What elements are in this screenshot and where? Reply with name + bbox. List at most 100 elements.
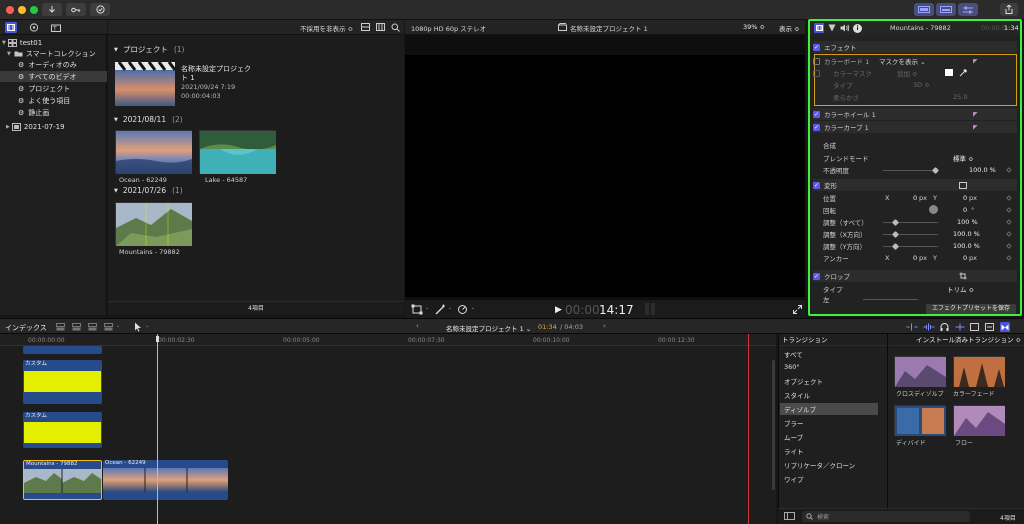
crop-checkbox[interactable]: ✓	[813, 272, 820, 280]
transform-onscreen-icon[interactable]	[959, 181, 967, 189]
keyframe-icon[interactable]	[1006, 167, 1012, 173]
color-curve-checkbox[interactable]: ✓	[813, 123, 820, 131]
playhead-handle[interactable]	[156, 336, 159, 342]
clip-thumbnail-lake[interactable]	[199, 130, 276, 174]
keywords-button[interactable]	[66, 3, 86, 16]
opacity-value[interactable]: 100.0 %	[969, 166, 996, 174]
timeline-clip-mountains[interactable]: Mountains - 79882	[23, 460, 102, 500]
disclosure-down-icon[interactable]: ▼	[7, 51, 11, 57]
transition-divide[interactable]	[894, 405, 946, 436]
color-inspector-icon[interactable]	[828, 24, 836, 32]
chevron-down-icon[interactable]: ⌄	[471, 305, 475, 311]
film-view-icon[interactable]	[376, 23, 385, 31]
timeline-title-clip-1[interactable]: カスタム	[23, 360, 102, 404]
keyframe-icon[interactable]	[1006, 207, 1012, 213]
category-all[interactable]: すべて	[780, 348, 878, 360]
zoom-dropdown[interactable]: 39% ≎	[743, 23, 765, 31]
info-inspector-icon[interactable]: i	[853, 23, 862, 33]
select-tool-arrow-icon[interactable]	[134, 322, 142, 332]
add-dropdown[interactable]: 追加 ≎	[897, 68, 918, 78]
timeline-project-dropdown[interactable]: 名称未設定プロジェクト 1 ⌄	[446, 323, 531, 333]
crop-onscreen-icon[interactable]	[959, 272, 967, 280]
transitions-browser-icon[interactable]	[1000, 322, 1010, 332]
disclosure-down-icon[interactable]: ▼	[114, 117, 118, 123]
titles-generators-icon[interactable]: T	[50, 22, 62, 33]
speed-gauge-icon[interactable]	[457, 304, 468, 315]
layout-timeline-toggle[interactable]	[936, 3, 956, 16]
collection-stills[interactable]: ⚙ 静止画	[0, 107, 107, 118]
keyframe-icon[interactable]	[1006, 195, 1012, 201]
category-stylized[interactable]: スタイル	[780, 389, 878, 401]
chevron-down-icon[interactable]: ⌄	[145, 323, 149, 329]
video-frame[interactable]	[405, 55, 805, 297]
insert-clip-icon[interactable]	[72, 323, 81, 331]
scale-y-knob[interactable]	[891, 242, 900, 251]
collection-all-video[interactable]: ⚙ すべてのビデオ	[0, 71, 107, 82]
keyframe-icon[interactable]	[1006, 255, 1012, 261]
position-x-value[interactable]: 0	[913, 194, 917, 202]
photos-audio-icon[interactable]	[28, 22, 40, 33]
color-wheel-checkbox[interactable]: ✓	[813, 110, 820, 118]
timeline-clip-ocean[interactable]: Ocean - 62249	[103, 460, 228, 500]
fullscreen-icon[interactable]	[793, 305, 802, 314]
rotation-dial[interactable]	[929, 205, 938, 214]
opacity-slider-knob[interactable]	[931, 166, 940, 175]
scale-all-knob[interactable]	[891, 218, 900, 227]
import-button[interactable]	[42, 3, 62, 16]
category-wipes[interactable]: ワイプ	[780, 473, 878, 485]
background-tasks-button[interactable]	[90, 3, 110, 16]
category-objects[interactable]: オブジェクト	[780, 375, 878, 387]
crop-left-slider[interactable]	[863, 299, 918, 300]
transform-checkbox[interactable]: ✓	[813, 181, 820, 189]
collection-projects[interactable]: ⚙ プロジェクト	[0, 83, 107, 94]
disclosure-down-icon[interactable]: ▼	[114, 47, 118, 53]
transform-tool-icon[interactable]	[411, 304, 423, 315]
magic-wand-icon[interactable]	[435, 304, 446, 315]
chevron-down-icon[interactable]: ⌄	[448, 305, 452, 311]
play-button[interactable]: ▶	[555, 305, 562, 315]
close-window-button[interactable]	[6, 6, 14, 14]
timeline-title-clip-2[interactable]: カスタム	[23, 412, 102, 448]
color-curve-row[interactable]: ✓ カラーカーブ 1 ◤	[813, 121, 1017, 133]
chevron-down-icon[interactable]: ⌄	[116, 323, 120, 329]
project-thumbnail[interactable]	[115, 61, 177, 106]
section-2021-07-26[interactable]: ▼ 2021/07/26 (1)	[114, 186, 183, 195]
color-board-row[interactable]: カラーボード 1 マスクを表示 ⌄ ◤	[813, 55, 1017, 67]
scale-x-value[interactable]: 100.0 %	[953, 230, 980, 238]
effects-checkbox[interactable]: ✓	[813, 43, 820, 51]
scale-all-value[interactable]: 100 %	[957, 218, 978, 226]
disclosure-down-icon[interactable]: ▼	[114, 188, 118, 194]
chevron-down-icon[interactable]: ⌄	[425, 305, 429, 311]
color-swatch[interactable]	[945, 69, 953, 76]
libraries-film-icon[interactable]	[5, 22, 17, 33]
opacity-slider[interactable]	[883, 170, 938, 171]
audio-inspector-icon[interactable]	[840, 24, 849, 32]
transition-flow[interactable]	[953, 405, 1005, 436]
append-clip-icon[interactable]	[88, 323, 97, 331]
history-forward-icon[interactable]: ›	[603, 322, 606, 330]
layout-inspector-toggle[interactable]	[958, 3, 978, 16]
overwrite-clip-icon[interactable]	[104, 323, 113, 331]
category-lights[interactable]: ライト	[780, 445, 878, 457]
scale-x-knob[interactable]	[891, 230, 900, 239]
save-effects-preset-button[interactable]: エフェクトプリセットを保存	[926, 304, 1016, 314]
clip-thumbnail-ocean[interactable]	[115, 130, 192, 174]
section-projects[interactable]: ▼ プロジェクト (1)	[114, 44, 184, 55]
category-dissolves[interactable]: ディゾルブ	[780, 403, 878, 415]
video-inspector-icon[interactable]	[814, 23, 824, 33]
clip-thumbnail-mountains[interactable]	[115, 202, 192, 246]
keyframe-icon[interactable]	[1006, 219, 1012, 225]
category-replicator-clones[interactable]: リプリケータ／クローン	[780, 459, 878, 471]
collection-favorites[interactable]: ⚙ よく使う項目	[0, 95, 107, 106]
transition-cross-dissolve[interactable]	[894, 356, 946, 387]
library-test01[interactable]: ▼ test01	[0, 37, 107, 48]
index-button[interactable]: インデックス	[5, 323, 47, 333]
share-button[interactable]	[1000, 3, 1018, 16]
hide-rejected-dropdown[interactable]: 不採用を非表示 ≎	[300, 23, 353, 33]
collection-audio-only[interactable]: ⚙ オーディオのみ	[0, 59, 107, 70]
playhead-line[interactable]	[748, 334, 749, 524]
clip-appearance-icon[interactable]	[361, 23, 370, 31]
category-blurs[interactable]: ブラー	[780, 417, 878, 429]
minimize-window-button[interactable]	[18, 6, 26, 14]
audio-skimming-icon[interactable]	[923, 323, 935, 331]
